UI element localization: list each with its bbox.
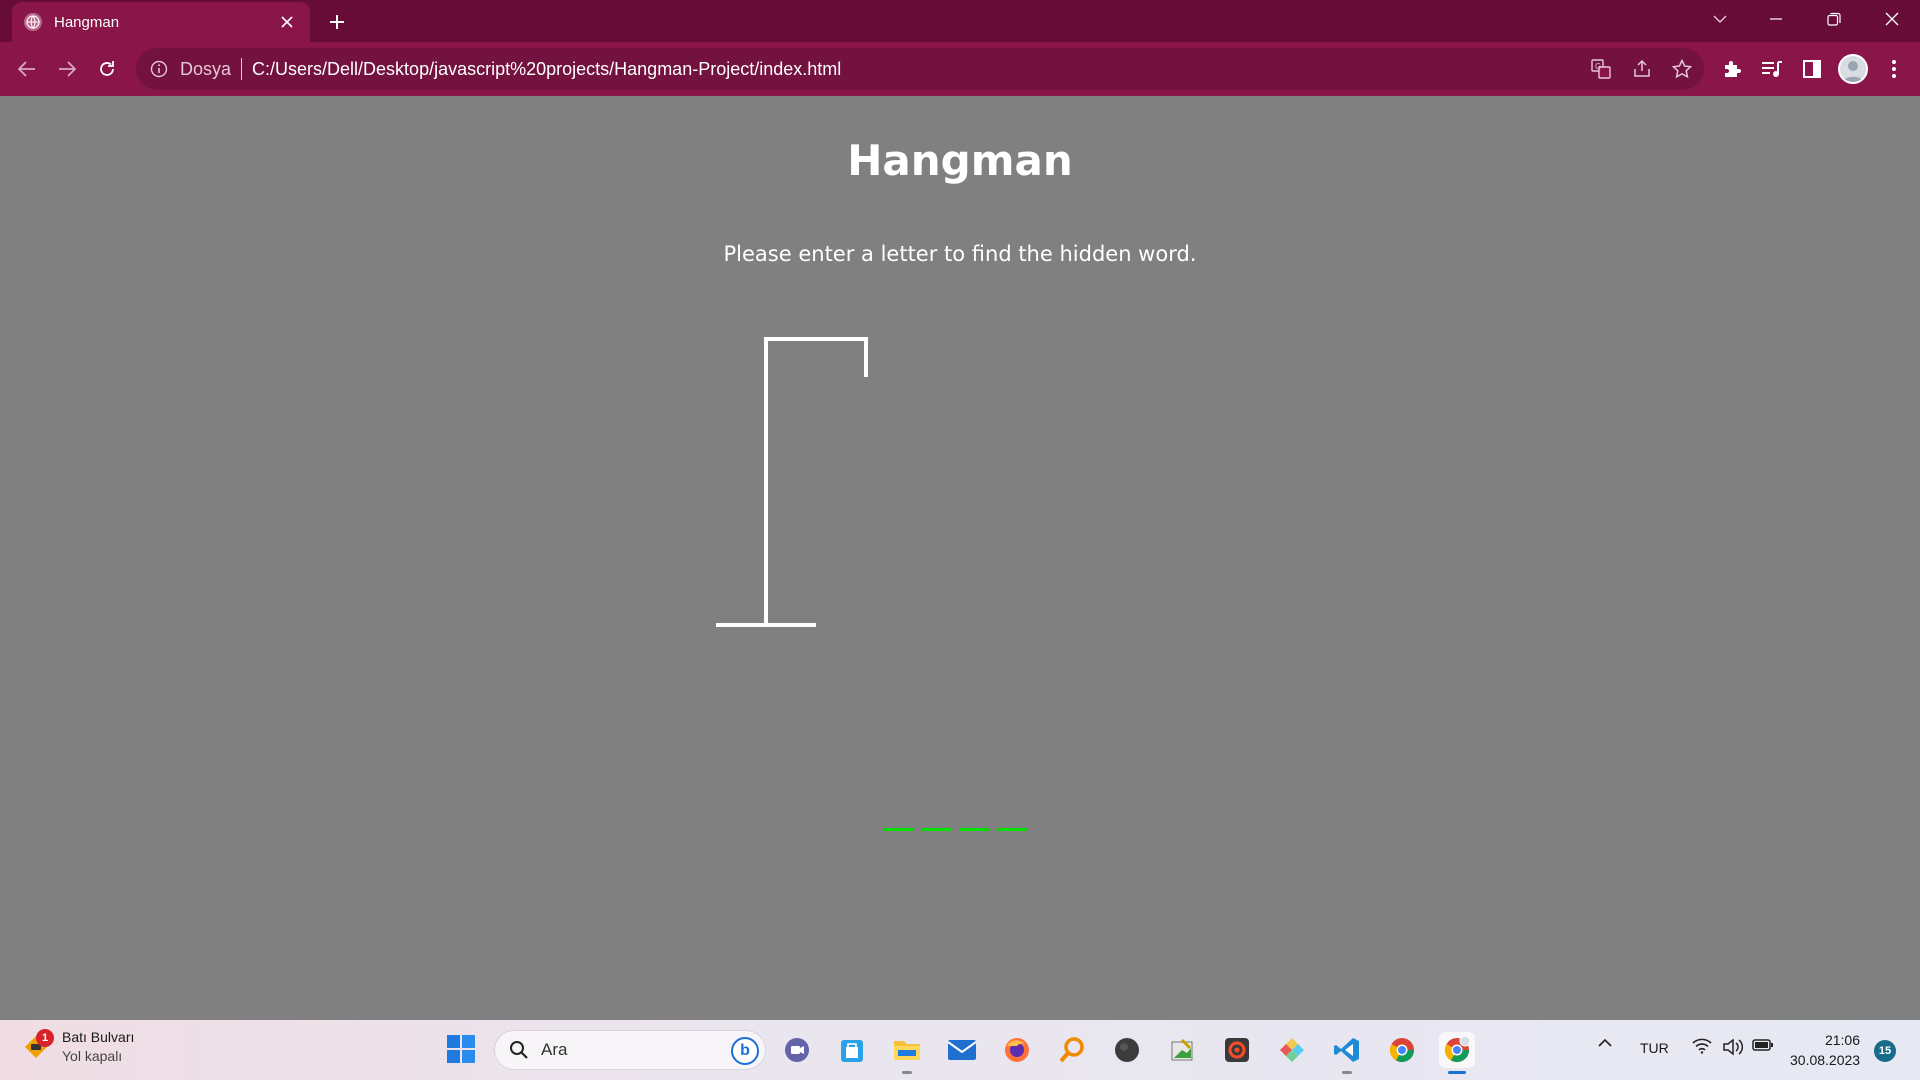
start-icon[interactable] bbox=[446, 1034, 476, 1064]
forward-button[interactable] bbox=[52, 54, 82, 84]
search-placeholder: Ara bbox=[541, 1040, 568, 1059]
taskbar-search[interactable]: Ara b bbox=[494, 1030, 766, 1070]
wifi-icon[interactable] bbox=[1692, 1038, 1712, 1054]
mail-icon[interactable] bbox=[944, 1032, 980, 1068]
page-viewport: Hangman Please enter a letter to find th… bbox=[0, 96, 1920, 1020]
clock-date: 30.08.2023 bbox=[1790, 1052, 1861, 1068]
tab-hangman[interactable]: Hangman bbox=[12, 2, 310, 42]
menu-kebab-icon[interactable] bbox=[1880, 55, 1908, 83]
teams-icon[interactable] bbox=[779, 1032, 815, 1068]
notification-badge[interactable]: 15 bbox=[1874, 1040, 1896, 1062]
info-icon[interactable] bbox=[150, 60, 168, 78]
vscode-icon[interactable] bbox=[1329, 1032, 1365, 1074]
letter-slot bbox=[922, 828, 952, 831]
letter-slot bbox=[998, 828, 1028, 831]
close-tab-icon[interactable] bbox=[276, 11, 298, 33]
address-url[interactable]: C:/Users/Dell/Desktop/javascript%20proje… bbox=[252, 59, 841, 80]
restore-button[interactable] bbox=[1806, 0, 1862, 38]
battery-icon[interactable] bbox=[1752, 1038, 1774, 1052]
reload-button[interactable] bbox=[92, 54, 122, 84]
weather-title: Batı Bulvarı bbox=[62, 1029, 135, 1045]
translate-icon[interactable]: G bbox=[1587, 55, 1615, 83]
language-indicator[interactable]: TUR bbox=[1640, 1040, 1669, 1056]
clock-time: 21:06 bbox=[1824, 1032, 1860, 1048]
browser-toolbar: Dosya C:/Users/Dell/Desktop/javascript%2… bbox=[0, 42, 1920, 96]
side-panel-icon[interactable] bbox=[1798, 55, 1826, 83]
system-clock[interactable]: 21:06 30.08.2023 bbox=[1790, 1030, 1860, 1070]
taskbar: 1 Batı Bulvarı Yol kapalı Ara b TUR 21:0… bbox=[0, 1020, 1920, 1080]
show-hidden-icons-chevron[interactable] bbox=[1598, 1038, 1612, 1048]
address-divider bbox=[241, 58, 243, 80]
notepad-icon[interactable] bbox=[1164, 1032, 1200, 1068]
file-explorer-icon[interactable] bbox=[889, 1032, 925, 1074]
recorder-icon[interactable] bbox=[1219, 1032, 1255, 1068]
hidden-word bbox=[884, 828, 1028, 831]
back-button[interactable] bbox=[12, 54, 42, 84]
weather-widget[interactable]: 1 Batı Bulvarı Yol kapalı bbox=[22, 1028, 134, 1066]
share-icon[interactable] bbox=[1628, 55, 1656, 83]
letter-slot bbox=[884, 828, 914, 831]
media-control-icon[interactable] bbox=[1758, 55, 1786, 83]
chrome-profile-icon[interactable] bbox=[1439, 1032, 1475, 1074]
minimize-button[interactable] bbox=[1748, 0, 1804, 38]
new-tab-button[interactable] bbox=[322, 8, 352, 36]
store-icon[interactable] bbox=[834, 1032, 870, 1068]
search-icon bbox=[509, 1040, 529, 1060]
chrome-icon[interactable] bbox=[1384, 1032, 1420, 1068]
svg-text:G: G bbox=[1595, 62, 1601, 71]
volume-icon[interactable] bbox=[1722, 1038, 1744, 1056]
bookmark-star-icon[interactable] bbox=[1668, 55, 1696, 83]
address-scheme-label: Dosya bbox=[180, 58, 232, 79]
globe-icon bbox=[24, 13, 42, 31]
address-bar[interactable]: Dosya C:/Users/Dell/Desktop/javascript%2… bbox=[136, 48, 1704, 90]
running-indicator bbox=[1448, 1071, 1466, 1074]
weather-badge: 1 bbox=[36, 1029, 54, 1047]
firefox-icon[interactable] bbox=[999, 1032, 1035, 1068]
tab-search-chevron-icon[interactable] bbox=[1692, 0, 1748, 38]
gallows-drawing bbox=[716, 337, 868, 627]
bing-icon[interactable]: b bbox=[731, 1037, 759, 1065]
profile-avatar[interactable] bbox=[1838, 54, 1868, 84]
running-indicator bbox=[902, 1071, 912, 1074]
search-app-icon[interactable] bbox=[1054, 1032, 1090, 1068]
close-window-button[interactable] bbox=[1864, 0, 1920, 38]
browser-tab-strip: Hangman bbox=[0, 0, 1920, 42]
letter-slot bbox=[960, 828, 990, 831]
tab-title: Hangman bbox=[54, 13, 120, 31]
weather-subtitle: Yol kapalı bbox=[62, 1048, 123, 1064]
running-indicator bbox=[1342, 1071, 1352, 1074]
obs-icon[interactable] bbox=[1109, 1032, 1145, 1068]
pen-icon[interactable] bbox=[1274, 1032, 1310, 1068]
extensions-icon[interactable] bbox=[1718, 55, 1746, 83]
traffic-alert-icon: 1 bbox=[22, 1029, 54, 1061]
